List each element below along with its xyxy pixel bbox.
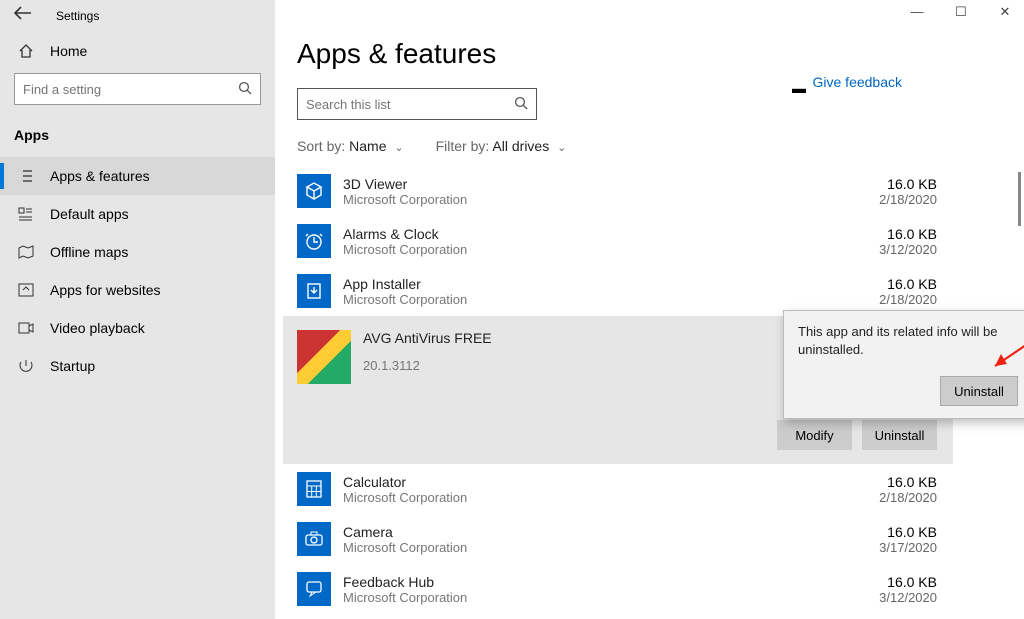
sidebar-search[interactable] [14, 73, 261, 105]
sidebar-item-label: Apps for websites [50, 282, 161, 298]
defaults-icon [18, 207, 36, 221]
app-publisher: Microsoft Corporation [343, 540, 857, 555]
modify-button[interactable]: Modify [777, 420, 852, 450]
app-date: 3/17/2020 [857, 540, 937, 555]
app-icon [297, 330, 351, 384]
app-size: 16.0 KB [857, 276, 937, 292]
sidebar-navlist: Apps & features Default apps Offline map… [0, 157, 275, 385]
app-list-search-input[interactable] [298, 89, 507, 119]
sidebar-item-label: Offline maps [50, 244, 128, 260]
sidebar-item-label: Apps & features [50, 168, 150, 184]
app-icon [297, 174, 331, 208]
sidebar-section-title: Apps [0, 119, 275, 151]
scrollbar-thumb[interactable] [1018, 172, 1021, 226]
app-size: 16.0 KB [857, 226, 937, 242]
search-icon [514, 96, 528, 113]
app-icon [297, 224, 331, 258]
app-publisher: Microsoft Corporation [343, 490, 857, 505]
app-publisher: Microsoft Corporation [343, 242, 857, 257]
feedback-mark: ▬ [792, 80, 806, 96]
app-name: Feedback Hub [343, 574, 857, 590]
app-size: 16.0 KB [857, 474, 937, 490]
app-icon [297, 572, 331, 606]
search-icon [238, 81, 252, 98]
app-name: 3D Viewer [343, 176, 857, 192]
home-nav[interactable]: Home [0, 35, 275, 67]
home-icon [18, 43, 36, 59]
close-button[interactable]: ✕ [994, 4, 1016, 20]
app-name: Camera [343, 524, 857, 540]
filter-by-control[interactable]: Filter by: All drives ⌄ [436, 138, 567, 154]
app-publisher: Microsoft Corporation [343, 292, 857, 307]
sidebar-search-input[interactable] [15, 74, 231, 104]
sidebar-item-apps-for-websites[interactable]: Apps for websites [0, 271, 275, 309]
app-row-3d-viewer[interactable]: 3D Viewer Microsoft Corporation 16.0 KB … [283, 166, 953, 216]
sidebar-item-startup[interactable]: Startup [0, 347, 275, 385]
main-content: — ☐ ✕ ▬ Give feedback Apps & features So… [275, 0, 1024, 619]
settings-sidebar: Settings Home Apps Apps & features Defau… [0, 0, 275, 619]
app-icon [297, 522, 331, 556]
sidebar-item-label: Default apps [50, 206, 129, 222]
give-feedback-link[interactable]: Give feedback [813, 74, 903, 90]
app-action-buttons: Modify Uninstall [297, 420, 943, 450]
app-size: 16.0 KB [857, 524, 937, 540]
app-row-feedback-hub[interactable]: Feedback Hub Microsoft Corporation 16.0 … [283, 564, 953, 614]
sidebar-item-apps-features[interactable]: Apps & features [0, 157, 275, 195]
home-label: Home [50, 43, 87, 59]
app-date: 3/12/2020 [857, 242, 937, 257]
sidebar-item-video-playback[interactable]: Video playback [0, 309, 275, 347]
sort-filter-row: Sort by: Name ⌄ Filter by: All drives ⌄ [297, 138, 1024, 154]
app-date: 2/18/2020 [857, 192, 937, 207]
app-name: Calculator [343, 474, 857, 490]
chevron-down-icon: ⌄ [557, 142, 566, 154]
sort-by-control[interactable]: Sort by: Name ⌄ [297, 138, 404, 154]
sidebar-item-label: Video playback [50, 320, 145, 336]
app-date: 2/18/2020 [857, 292, 937, 307]
popup-message: This app and its related info will be un… [798, 323, 1018, 358]
uninstall-confirm-popup: This app and its related info will be un… [783, 310, 1024, 419]
app-publisher: Microsoft Corporation [343, 590, 857, 605]
sidebar-item-offline-maps[interactable]: Offline maps [0, 233, 275, 271]
app-row-camera[interactable]: Camera Microsoft Corporation 16.0 KB 3/1… [283, 514, 953, 564]
app-row-calculator[interactable]: Calculator Microsoft Corporation 16.0 KB… [283, 464, 953, 514]
back-arrow-icon[interactable] [14, 6, 32, 25]
startup-icon [18, 359, 36, 373]
sidebar-item-label: Startup [50, 358, 95, 374]
app-size: 16.0 KB [857, 176, 937, 192]
app-row-app-installer[interactable]: App Installer Microsoft Corporation 16.0… [283, 266, 953, 316]
app-name: App Installer [343, 276, 857, 292]
app-icon [297, 472, 331, 506]
app-date: 2/18/2020 [857, 490, 937, 505]
app-icon [297, 274, 331, 308]
window-controls: — ☐ ✕ [906, 4, 1016, 20]
app-row-alarms-clock[interactable]: Alarms & Clock Microsoft Corporation 16.… [283, 216, 953, 266]
uninstall-button[interactable]: Uninstall [862, 420, 937, 450]
maximize-button[interactable]: ☐ [950, 4, 972, 20]
window-title: Settings [56, 9, 99, 23]
app-date: 3/12/2020 [857, 590, 937, 605]
app-publisher: Microsoft Corporation [343, 192, 857, 207]
app-row-get-help[interactable]: ? Get Help 16.0 KB [283, 614, 953, 619]
map-icon [18, 245, 36, 259]
chevron-down-icon: ⌄ [394, 142, 403, 154]
popup-uninstall-button[interactable]: Uninstall [940, 376, 1018, 406]
app-list-search[interactable] [297, 88, 537, 120]
list-icon [18, 169, 36, 183]
app-size: 16.0 KB [857, 574, 937, 590]
minimize-button[interactable]: — [906, 4, 928, 20]
app-name: Alarms & Clock [343, 226, 857, 242]
sidebar-item-default-apps[interactable]: Default apps [0, 195, 275, 233]
website-icon [18, 283, 36, 297]
video-icon [18, 321, 36, 335]
